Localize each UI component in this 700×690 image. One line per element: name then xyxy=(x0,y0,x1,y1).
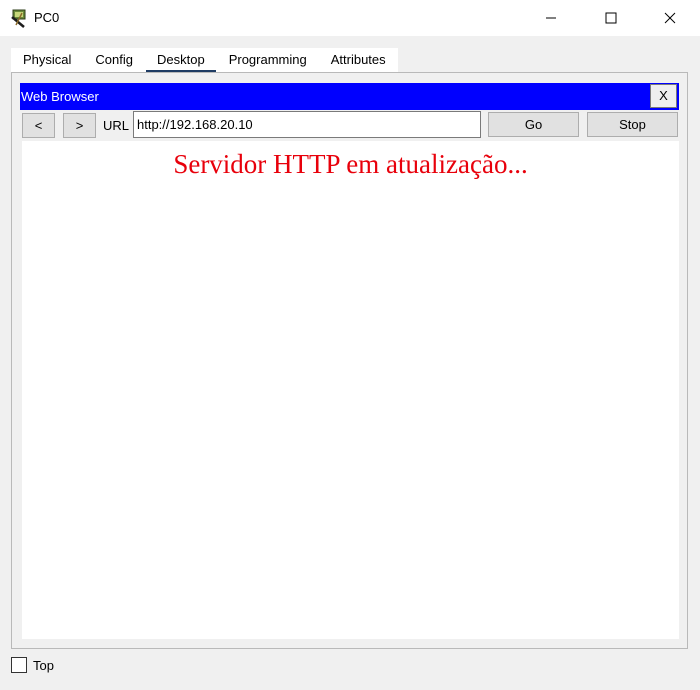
top-checkbox-label: Top xyxy=(33,658,54,673)
close-icon xyxy=(664,12,676,24)
tab-attributes[interactable]: Attributes xyxy=(319,48,398,72)
forward-button[interactable]: > xyxy=(63,113,96,138)
tab-programming[interactable]: Programming xyxy=(217,48,319,72)
top-checkbox[interactable] xyxy=(11,657,27,673)
stop-button[interactable]: Stop xyxy=(587,112,678,137)
maximize-icon xyxy=(605,12,617,24)
tab-physical[interactable]: Physical xyxy=(11,48,83,72)
url-label: URL xyxy=(103,118,130,133)
maximize-button[interactable] xyxy=(582,0,640,36)
tab-bar: Physical Config Desktop Programming Attr… xyxy=(11,48,398,73)
minimize-button[interactable] xyxy=(522,0,580,36)
back-button[interactable]: < xyxy=(22,113,55,138)
go-button[interactable]: Go xyxy=(488,112,579,137)
close-button[interactable] xyxy=(641,0,699,36)
web-page-content: Servidor HTTP em atualização... xyxy=(22,141,679,639)
page-message: Servidor HTTP em atualização... xyxy=(173,149,528,179)
web-browser-title: Web Browser xyxy=(21,89,99,104)
window-title: PC0 xyxy=(34,10,60,25)
minimize-icon xyxy=(546,17,556,19)
pc-device-icon xyxy=(11,9,26,28)
tab-desktop[interactable]: Desktop xyxy=(145,48,217,73)
web-browser-header: Web Browser X xyxy=(20,83,679,110)
url-input[interactable] xyxy=(133,111,481,138)
tab-config[interactable]: Config xyxy=(83,48,145,72)
web-browser-close-button[interactable]: X xyxy=(650,84,677,108)
title-bar: PC0 xyxy=(0,0,700,36)
